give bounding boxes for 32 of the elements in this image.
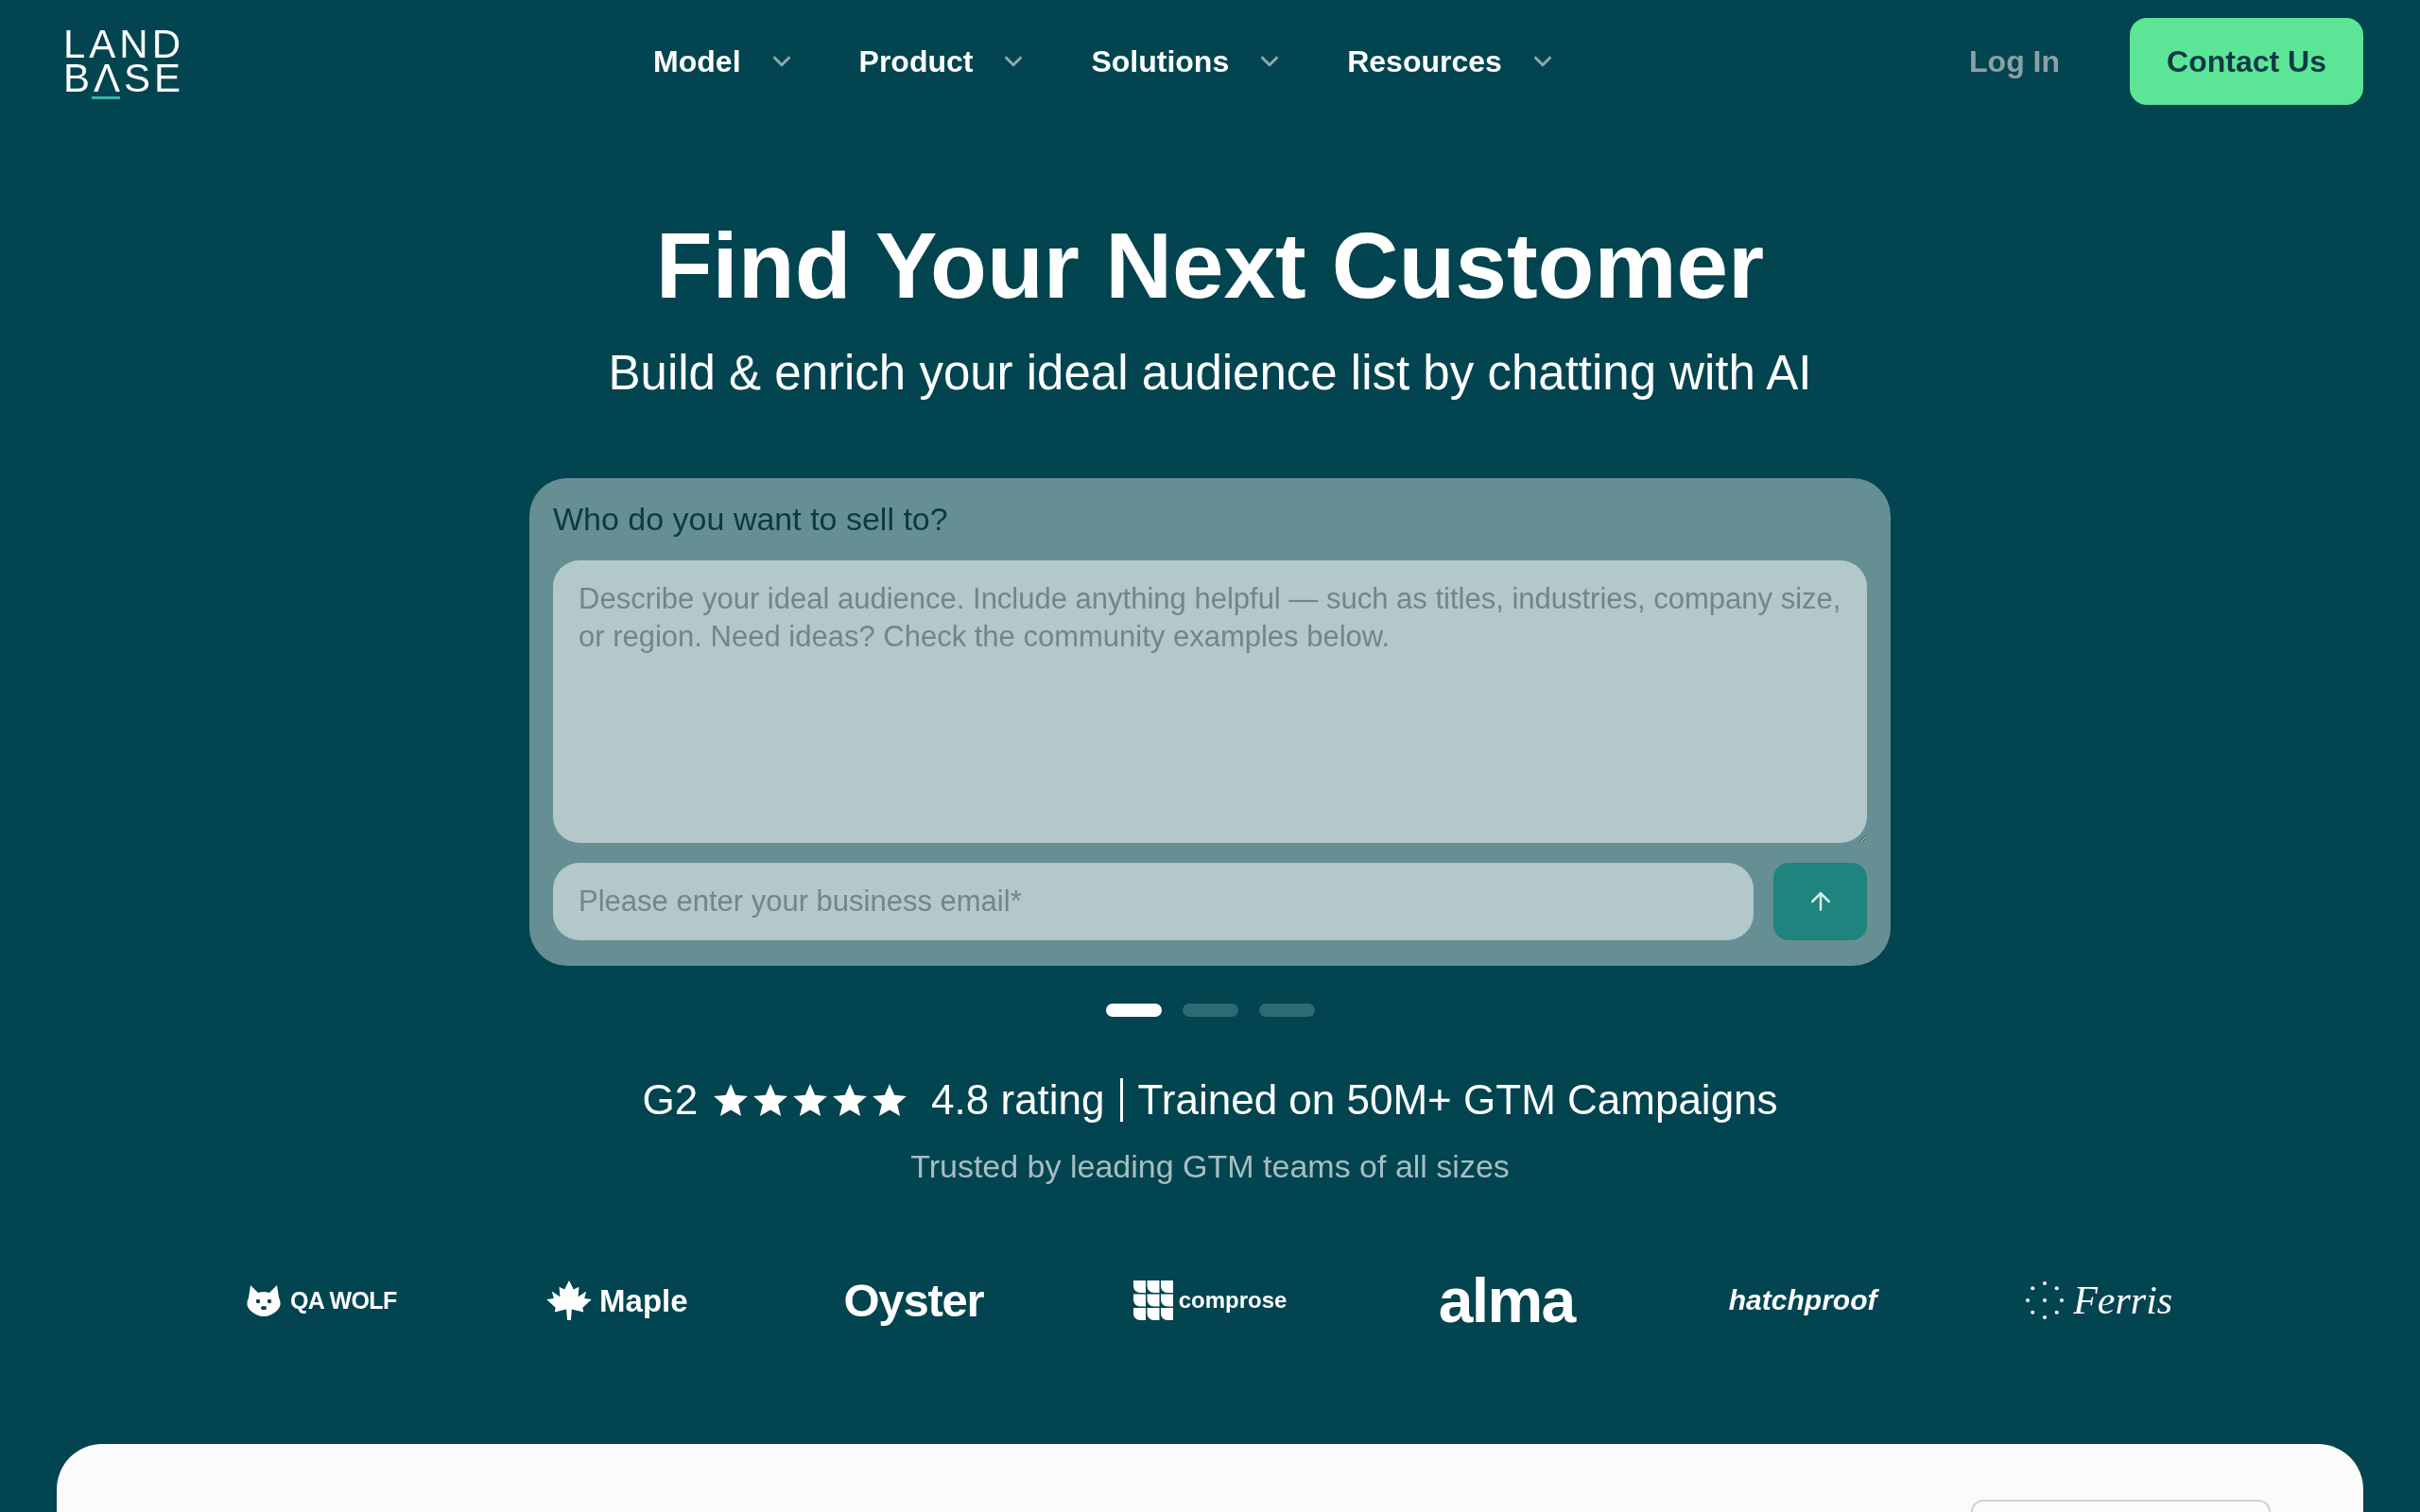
email-field[interactable]: Please enter your business email*	[553, 863, 1754, 940]
rating-source: G2	[642, 1075, 699, 1125]
star-icon	[793, 1084, 828, 1116]
company-wordmark: Oyster	[843, 1277, 984, 1324]
contact-button[interactable]: Contact Us	[2130, 18, 2363, 105]
company-wordmark: hatchproof	[1728, 1286, 1877, 1314]
login-link[interactable]: Log In	[1969, 39, 2060, 84]
nav-menu-item[interactable]: Solutions	[1091, 39, 1285, 84]
star-icon	[873, 1084, 908, 1116]
hero-title: Find Your Next Customer	[655, 213, 1765, 319]
nav-menu-item[interactable]: Resources	[1347, 39, 1557, 84]
animal-head-icon	[244, 1284, 283, 1316]
trusted-caption: Trusted by leading GTM teams of all sizes	[910, 1147, 1510, 1185]
nav-menu-item[interactable]: Model	[653, 39, 796, 84]
rating-claim: Trained on 50M+ GTM Campaigns	[1137, 1075, 1778, 1125]
star-icon	[833, 1084, 868, 1116]
audience-field[interactable]: Describe your ideal audience. Include anything helpful — such as titles, industries, company size, or region. Need ideas? Check the community examples below.	[553, 560, 1867, 843]
company-wordmark: QA WOLF	[289, 1288, 397, 1313]
company-wordmark: Maple	[599, 1284, 688, 1316]
company-wordmark: Ferris	[2073, 1280, 2173, 1320]
tile-grid-icon	[1132, 1280, 1173, 1320]
field-label: Who do you want to sell to?	[553, 500, 948, 538]
nav-menu-item[interactable]: Product	[858, 39, 1028, 84]
company-wordmark: alma	[1438, 1269, 1575, 1332]
rating-score: 4.8 rating	[931, 1075, 1105, 1125]
hero-subtitle: Build & enrich your ideal audience list by chatting with AI	[608, 347, 1812, 400]
star-icon	[753, 1084, 788, 1116]
dotted-circle-icon	[2026, 1281, 2065, 1319]
maple-leaf-icon	[546, 1280, 593, 1320]
company-wordmark: comprose	[1178, 1289, 1288, 1312]
star-icon	[714, 1084, 749, 1116]
submit-button[interactable]	[1773, 863, 1867, 940]
